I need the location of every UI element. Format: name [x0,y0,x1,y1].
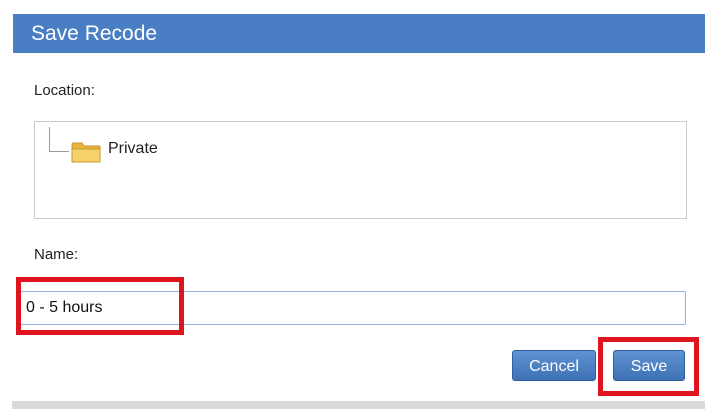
dialog-bottom-divider [12,401,705,409]
folder-icon[interactable] [71,141,101,163]
name-label: Name: [34,246,79,263]
location-label: Location: [34,82,95,99]
cancel-button[interactable]: Cancel [512,350,596,381]
location-tree: Private [34,121,687,219]
tree-connector-line [49,127,50,151]
tree-item-private[interactable]: Private [108,140,158,158]
name-input[interactable] [20,291,686,325]
tree-connector-line [49,151,69,152]
dialog-title: Save Recode [31,22,158,45]
dialog-title-bar: Save Recode [13,14,705,53]
save-button[interactable]: Save [613,350,685,381]
